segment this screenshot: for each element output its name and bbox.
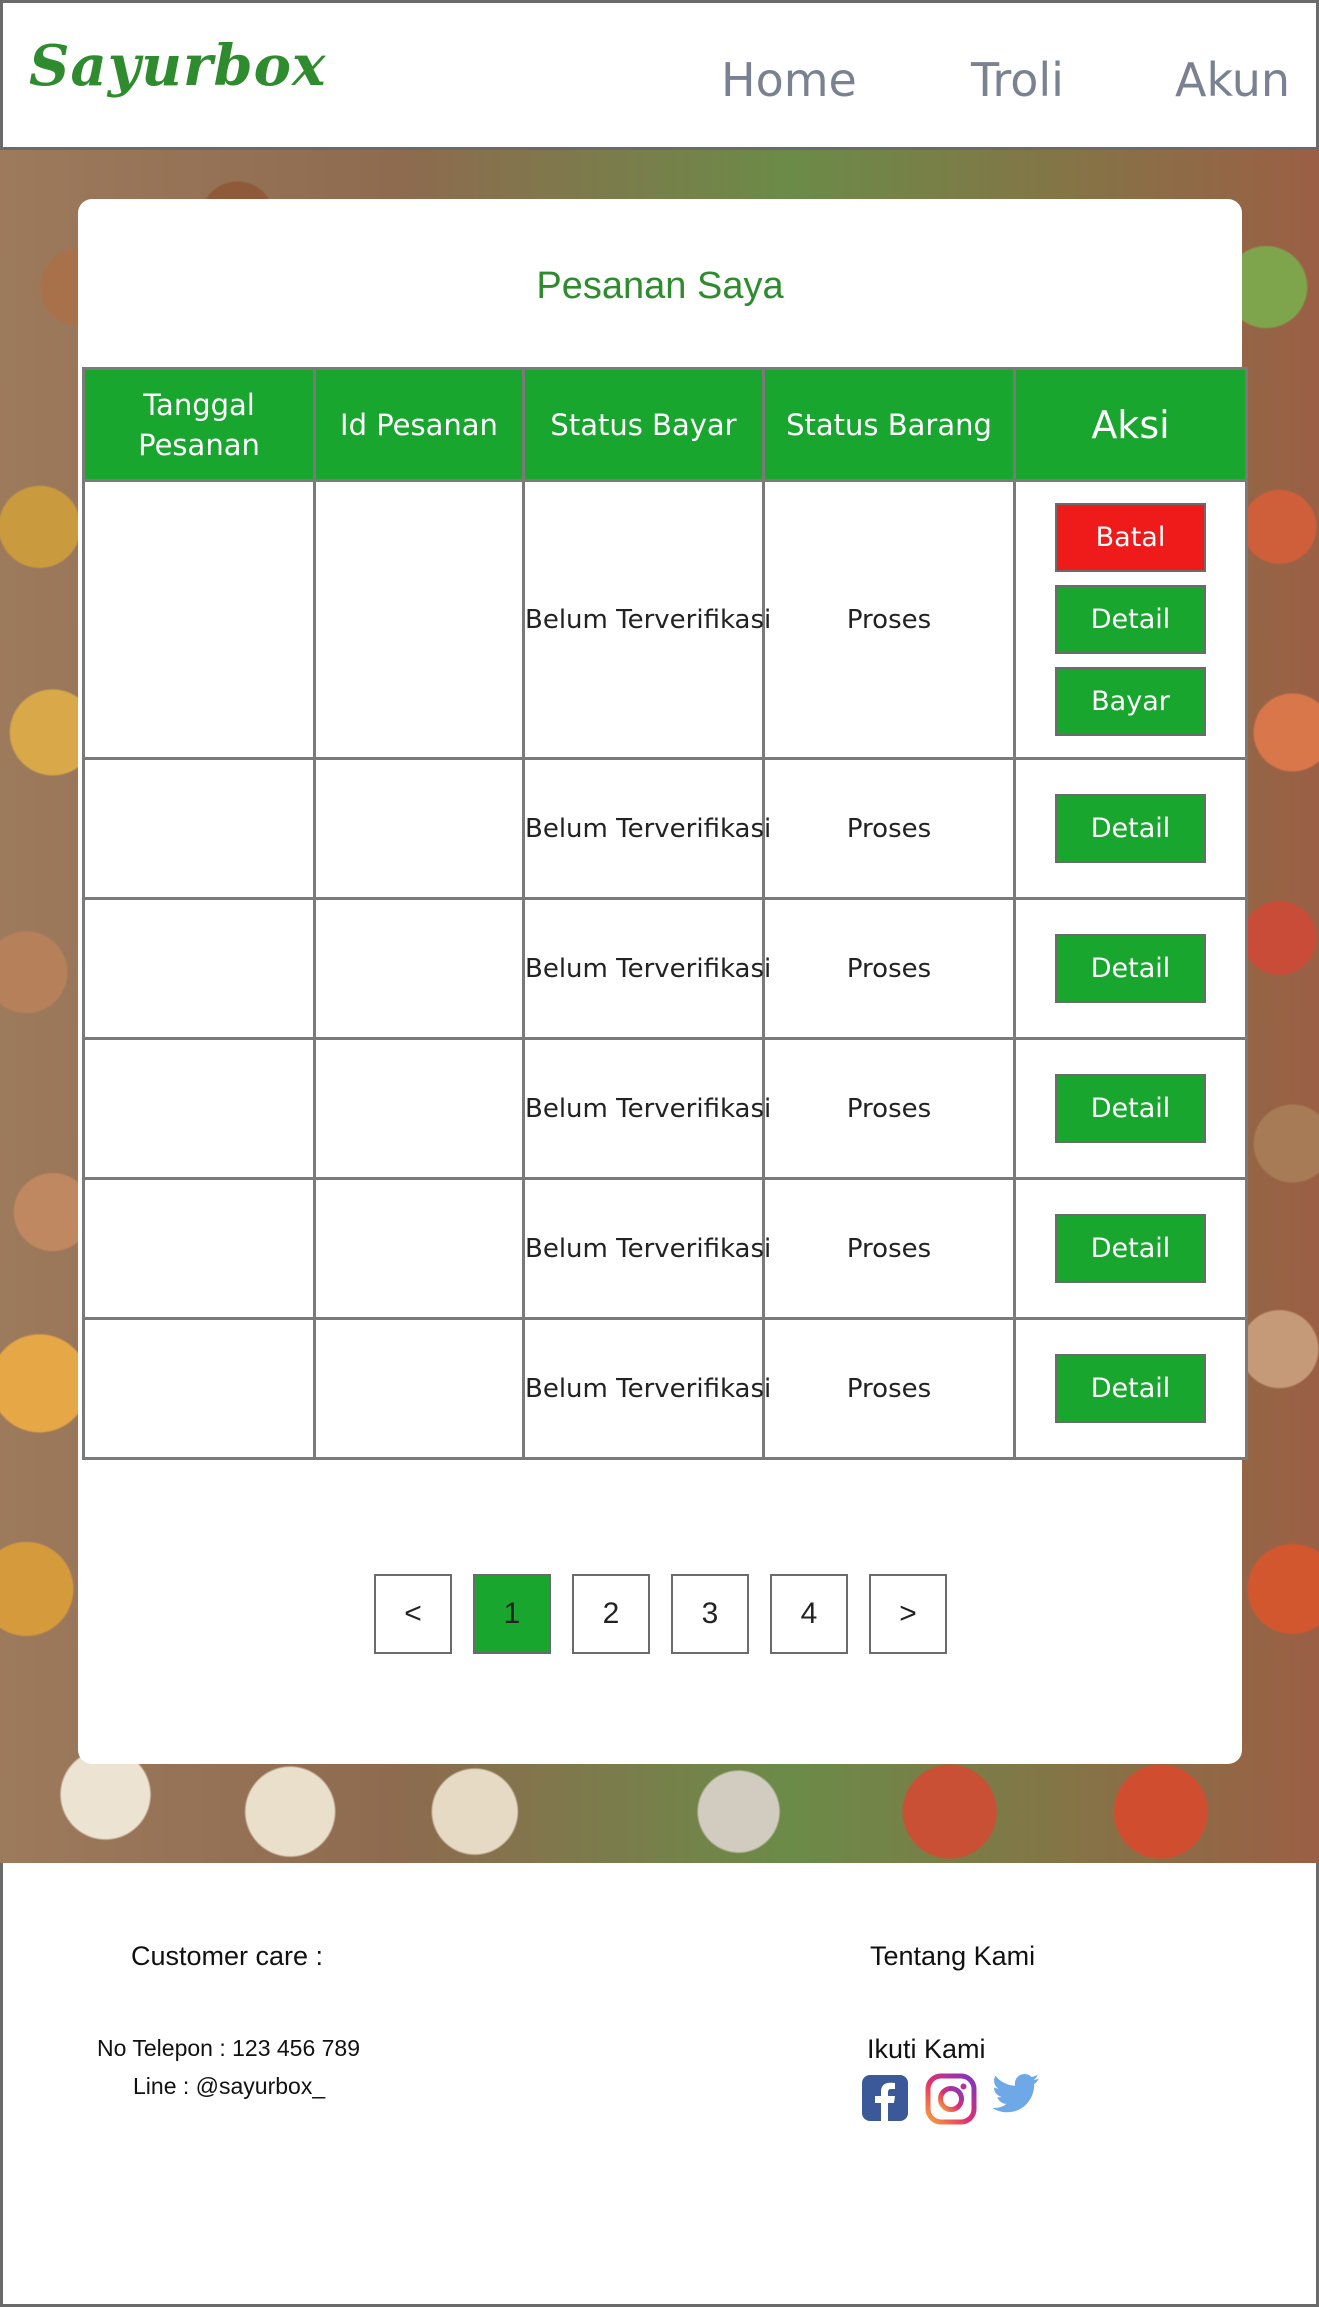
cell-id (313, 1177, 525, 1320)
detail-button[interactable]: Detail (1055, 1214, 1206, 1283)
cell-tanggal (82, 1177, 316, 1320)
table-header-row: Tanggal Pesanan Id Pesanan Status Bayar … (82, 367, 1248, 482)
facebook-icon[interactable] (862, 2075, 908, 2121)
orders-card: Pesanan Saya Tanggal Pesanan Id Pesanan … (78, 199, 1248, 1764)
cell-status-bayar: Belum Terverifikasi (522, 1317, 771, 1460)
cell-id (313, 479, 525, 760)
cell-aksi: Batal Detail Bayar (1013, 479, 1248, 760)
cell-id (313, 1037, 525, 1180)
instagram-icon[interactable] (925, 2073, 977, 2125)
orders-table: Tanggal Pesanan Id Pesanan Status Bayar … (82, 367, 1248, 1460)
table-row: Belum Terverifikasi Proses Detail (82, 1037, 1248, 1180)
cell-aksi: Detail (1013, 1037, 1248, 1180)
pagination-page-1[interactable]: 1 (473, 1574, 551, 1654)
cell-status-bayar: Belum Terverifikasi (522, 897, 771, 1040)
header-status-barang: Status Barang (762, 367, 1016, 482)
cell-tanggal (82, 757, 316, 900)
table-row: Belum Terverifikasi Proses Batal Detail … (82, 479, 1248, 760)
twitter-icon[interactable] (992, 2073, 1040, 2115)
cell-status-bayar: Belum Terverifikasi (522, 1177, 771, 1320)
follow-heading: Ikuti Kami (867, 2034, 986, 2064)
cell-id (313, 757, 525, 900)
bayar-button[interactable]: Bayar (1055, 667, 1206, 736)
cell-aksi: Detail (1013, 1177, 1248, 1320)
phone-number: No Telepon : 123 456 789 (97, 2035, 361, 2061)
cell-status-bayar: Belum Terverifikasi (522, 1037, 771, 1180)
cell-id (313, 897, 525, 1040)
pagination-page-3[interactable]: 3 (671, 1574, 749, 1654)
customer-care-heading: Customer care : (131, 1941, 324, 1971)
cell-status-barang: Proses (762, 897, 1016, 1040)
header-tanggal-pesanan: Tanggal Pesanan (82, 367, 316, 482)
detail-button[interactable]: Detail (1055, 794, 1206, 863)
pagination-next-button[interactable]: > (869, 1574, 947, 1654)
detail-button[interactable]: Detail (1055, 1354, 1206, 1423)
cell-aksi: Detail (1013, 1317, 1248, 1460)
nav-home[interactable]: Home (721, 53, 857, 107)
table-row: Belum Terverifikasi Proses Detail (82, 1177, 1248, 1320)
nav-akun[interactable]: Akun (1175, 53, 1290, 107)
cell-status-barang: Proses (762, 1317, 1016, 1460)
detail-button[interactable]: Detail (1055, 585, 1206, 654)
cell-tanggal (82, 1317, 316, 1460)
pagination-page-2[interactable]: 2 (572, 1574, 650, 1654)
cell-status-barang: Proses (762, 757, 1016, 900)
cell-status-bayar: Belum Terverifikasi (522, 757, 771, 900)
cell-aksi: Detail (1013, 757, 1248, 900)
cell-tanggal (82, 897, 316, 1040)
cell-tanggal (82, 1037, 316, 1180)
batal-button[interactable]: Batal (1055, 503, 1206, 572)
pagination-prev-button[interactable]: < (374, 1574, 452, 1654)
header-status-bayar: Status Bayar (522, 367, 765, 482)
header-aksi: Aksi (1013, 367, 1248, 482)
table-row: Belum Terverifikasi Proses Detail (82, 1317, 1248, 1460)
cell-status-barang: Proses (762, 1177, 1016, 1320)
detail-button[interactable]: Detail (1055, 1074, 1206, 1143)
pagination-page-4[interactable]: 4 (770, 1574, 848, 1654)
cell-id (313, 1317, 525, 1460)
site-footer: Customer care : No Telepon : 123 456 789… (0, 1863, 1319, 2307)
site-header: Sayurbox Home Troli Akun (0, 0, 1319, 150)
line-contact: Line : @sayurbox_ (133, 2073, 326, 2099)
page-title: Pesanan Saya (536, 265, 784, 307)
sayurbox-logo[interactable]: Sayurbox (29, 33, 326, 99)
header-id-pesanan: Id Pesanan (313, 367, 525, 482)
table-row: Belum Terverifikasi Proses Detail (82, 757, 1248, 900)
cell-status-bayar: Belum Terverifikasi (522, 479, 771, 760)
cell-status-barang: Proses (762, 1037, 1016, 1180)
cell-tanggal (82, 479, 316, 760)
tentang-kami-link[interactable]: Tentang Kami (870, 1941, 1035, 1972)
cell-aksi: Detail (1013, 897, 1248, 1040)
detail-button[interactable]: Detail (1055, 934, 1206, 1003)
cell-status-barang: Proses (762, 479, 1016, 760)
table-row: Belum Terverifikasi Proses Detail (82, 897, 1248, 1040)
nav-troli[interactable]: Troli (971, 53, 1064, 107)
